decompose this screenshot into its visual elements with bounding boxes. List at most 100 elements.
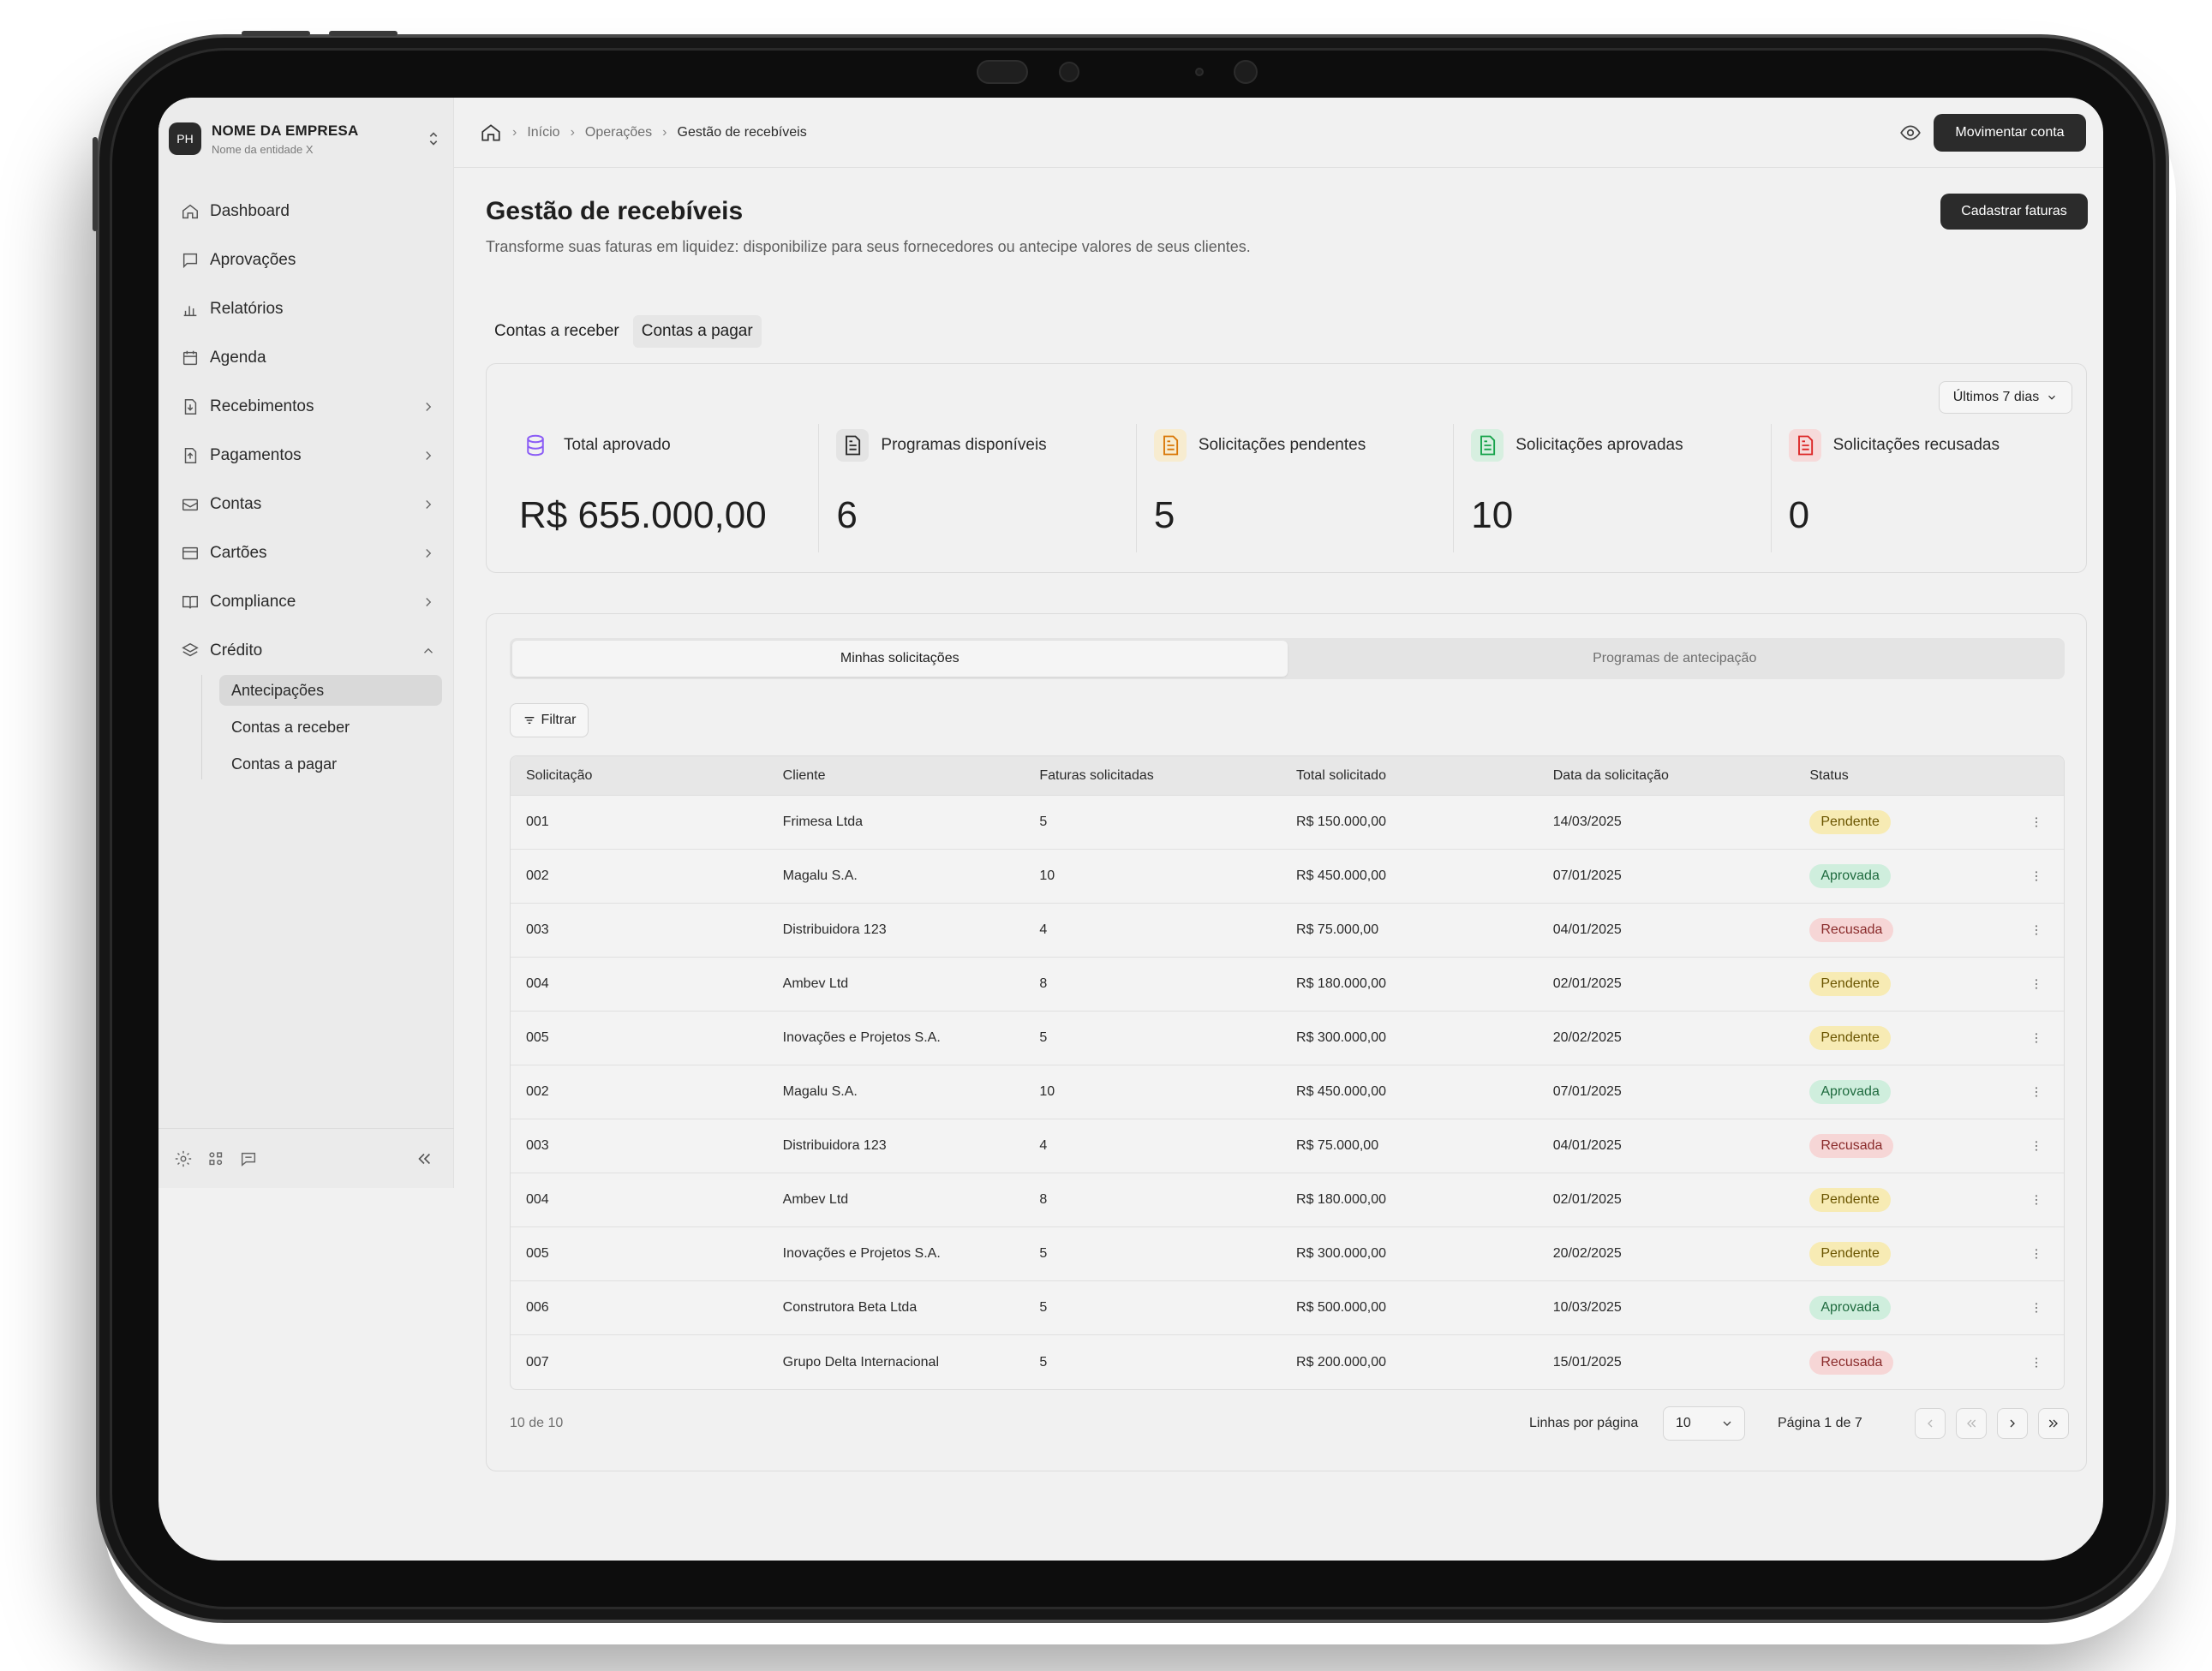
tab-contas-pagar[interactable]: Contas a pagar xyxy=(632,315,762,348)
row-actions-button[interactable] xyxy=(2008,1247,2064,1261)
sidebar-item-label: Dashboard xyxy=(210,201,290,220)
column-header[interactable]: Status xyxy=(1794,768,2008,784)
filter-button[interactable]: Filtrar xyxy=(510,703,589,737)
table-cell: Magalu S.A. xyxy=(782,1084,858,1099)
sidebar-item-pagamentos[interactable]: Pagamentos xyxy=(170,431,436,480)
sidebar-item-dashboard[interactable]: Dashboard xyxy=(170,187,436,236)
sidebar-item-contas[interactable]: Contas xyxy=(170,480,436,528)
move-account-button[interactable]: Movimentar conta xyxy=(1934,114,2086,152)
register-invoices-button[interactable]: Cadastrar faturas xyxy=(1940,194,2088,230)
table-cell: 02/01/2025 xyxy=(1552,1192,1622,1207)
row-actions-button[interactable] xyxy=(2008,1139,2064,1153)
sidebar-subitem-antecipacoes[interactable]: Antecipações xyxy=(219,675,442,706)
row-actions-button[interactable] xyxy=(2008,1193,2064,1207)
filter-icon xyxy=(524,717,534,724)
breadcrumb-section[interactable]: Operações xyxy=(585,125,652,140)
table-cell: 003 xyxy=(526,1138,549,1153)
row-actions-button[interactable] xyxy=(2008,1301,2064,1315)
sidebar-item-cartoes[interactable]: Cartões xyxy=(170,528,436,577)
table-cell: 20/02/2025 xyxy=(1552,1246,1622,1261)
apps-icon[interactable] xyxy=(206,1149,225,1168)
table-row[interactable]: 002 Magalu S.A. 10 R$ 450.000,00 07/01/2025 A… xyxy=(511,1065,2064,1119)
collapse-sidebar-icon[interactable] xyxy=(415,1149,433,1168)
chevron-up-icon xyxy=(424,648,433,653)
table-cell: 006 xyxy=(526,1300,549,1315)
column-header[interactable]: Total solicitado xyxy=(1281,768,1538,784)
sidebar: PH NOME DA EMPRESA Nome da entidade X Da… xyxy=(158,98,454,1188)
table-row[interactable]: 004 Ambev Ltd 8 R$ 180.000,00 02/01/2025 Pend… xyxy=(511,958,2064,1012)
table-header: Solicitação Cliente Faturas solicitadas … xyxy=(511,756,2064,796)
pagination: 10 de 10 Linhas por página 10 Página 1 d… xyxy=(510,1406,2069,1441)
double-chevron-left-icon xyxy=(1967,1419,1976,1428)
last-page-button[interactable] xyxy=(2038,1408,2069,1439)
sidebar-item-credito[interactable]: Crédito xyxy=(170,626,436,675)
tab-programas-antecipacao[interactable]: Programas de antecipação xyxy=(1288,641,2063,677)
status-badge: Recusada xyxy=(1809,1134,1894,1158)
table-row[interactable]: 005 Inovações e Projetos S.A. 5 R$ 300.000,… xyxy=(511,1012,2064,1065)
table-cell: 8 xyxy=(1039,1192,1048,1207)
column-header[interactable]: Faturas solicitadas xyxy=(1024,768,1281,784)
table-row[interactable]: 003 Distribuidora 123 4 R$ 75.000,00 04/01/2… xyxy=(511,904,2064,958)
status-badge: Pendente xyxy=(1809,1242,1891,1266)
row-actions-button[interactable] xyxy=(2008,1085,2064,1099)
sidebar-subitem-contas-receber[interactable]: Contas a receber xyxy=(219,712,442,743)
breadcrumb-current: Gestão de recebíveis xyxy=(677,124,807,140)
period-select[interactable]: Últimos 7 dias xyxy=(1939,381,2072,414)
column-header[interactable]: Data da solicitação xyxy=(1538,768,1795,784)
rows-per-page-select[interactable]: 10 xyxy=(1663,1406,1745,1441)
previous-page-button[interactable] xyxy=(1956,1408,1987,1439)
status-badge: Pendente xyxy=(1809,1188,1891,1212)
breadcrumb-separator: › xyxy=(662,124,667,140)
table-cell: Inovações e Projetos S.A. xyxy=(782,1030,941,1045)
sidebar-item-recebimentos[interactable]: Recebimentos xyxy=(170,382,436,431)
table-row[interactable]: 003 Distribuidora 123 4 R$ 75.000,00 04/01/2… xyxy=(511,1119,2064,1173)
table-cell: 4 xyxy=(1039,922,1048,937)
camera-lens xyxy=(1059,62,1079,82)
table-cell: R$ 450.000,00 xyxy=(1296,1084,1386,1099)
column-header[interactable]: Solicitação xyxy=(511,768,768,784)
status-badge: Recusada xyxy=(1809,918,1894,942)
row-actions-button[interactable] xyxy=(2008,815,2064,829)
table-cell: 20/02/2025 xyxy=(1552,1030,1622,1045)
sidebar-item-compliance[interactable]: Compliance xyxy=(170,577,436,626)
table-row[interactable]: 004 Ambev Ltd 8 R$ 180.000,00 02/01/2025 Pend… xyxy=(511,1173,2064,1227)
row-actions-button[interactable] xyxy=(2008,923,2064,937)
table-cell: 5 xyxy=(1039,1030,1048,1045)
payment-icon xyxy=(184,447,197,463)
row-actions-button[interactable] xyxy=(2008,977,2064,991)
sidebar-subitem-contas-pagar[interactable]: Contas a pagar xyxy=(219,749,442,779)
table-row[interactable]: 001 Frimesa Ltda 5 R$ 150.000,00 14/03/2025 P… xyxy=(511,796,2064,850)
sidebar-item-agenda[interactable]: Agenda xyxy=(170,333,436,382)
row-actions-button[interactable] xyxy=(2008,1031,2064,1045)
column-header[interactable]: Cliente xyxy=(768,768,1025,784)
gear-icon[interactable] xyxy=(174,1149,193,1168)
next-page-button[interactable] xyxy=(1997,1408,2028,1439)
table-cell: Magalu S.A. xyxy=(782,868,858,883)
sidebar-item-label: Relatórios xyxy=(210,299,284,318)
row-actions-button[interactable] xyxy=(2008,1356,2064,1370)
page-description: Transforme suas faturas em liquidez: dis… xyxy=(486,238,1251,255)
tab-contas-receber[interactable]: Contas a receber xyxy=(486,315,628,348)
page-title: Gestão de recebíveis xyxy=(486,197,744,225)
chat-icon[interactable] xyxy=(239,1149,258,1168)
table-row[interactable]: 007 Grupo Delta Internacional 5 R$ 200.000,… xyxy=(511,1335,2064,1389)
stats-row: Total aprovado R$ 655.000,00 Programas d… xyxy=(487,424,2088,552)
tab-minhas-solicitacoes[interactable]: Minhas solicitações xyxy=(512,641,1288,677)
first-page-button[interactable] xyxy=(1915,1408,1946,1439)
stat-label: Solicitações aprovadas xyxy=(1516,436,1683,454)
table-row[interactable]: 005 Inovações e Projetos S.A. 5 R$ 300.000,… xyxy=(511,1227,2064,1281)
sidebar-item-relatorios[interactable]: Relatórios xyxy=(170,284,436,333)
table-cell: Inovações e Projetos S.A. xyxy=(782,1246,941,1261)
status-cell: Aprovada xyxy=(1794,864,2008,888)
table-cell: 007 xyxy=(526,1354,549,1370)
row-actions-button[interactable] xyxy=(2008,869,2064,883)
table-cell: 04/01/2025 xyxy=(1552,1138,1622,1153)
sidebar-item-aprovacoes[interactable]: Aprovações xyxy=(170,236,436,284)
breadcrumb-home[interactable]: Início xyxy=(527,125,559,140)
home-icon[interactable] xyxy=(480,122,502,144)
table-row[interactable]: 002 Magalu S.A. 10 R$ 450.000,00 07/01/2025 A… xyxy=(511,850,2064,904)
sidebar-footer xyxy=(158,1128,454,1188)
eye-icon[interactable] xyxy=(1899,122,1922,144)
table-row[interactable]: 006 Construtora Beta Ltda 5 R$ 500.000,00 10… xyxy=(511,1281,2064,1335)
company-switcher[interactable]: PH NOME DA EMPRESA Nome da entidade X xyxy=(169,113,443,164)
